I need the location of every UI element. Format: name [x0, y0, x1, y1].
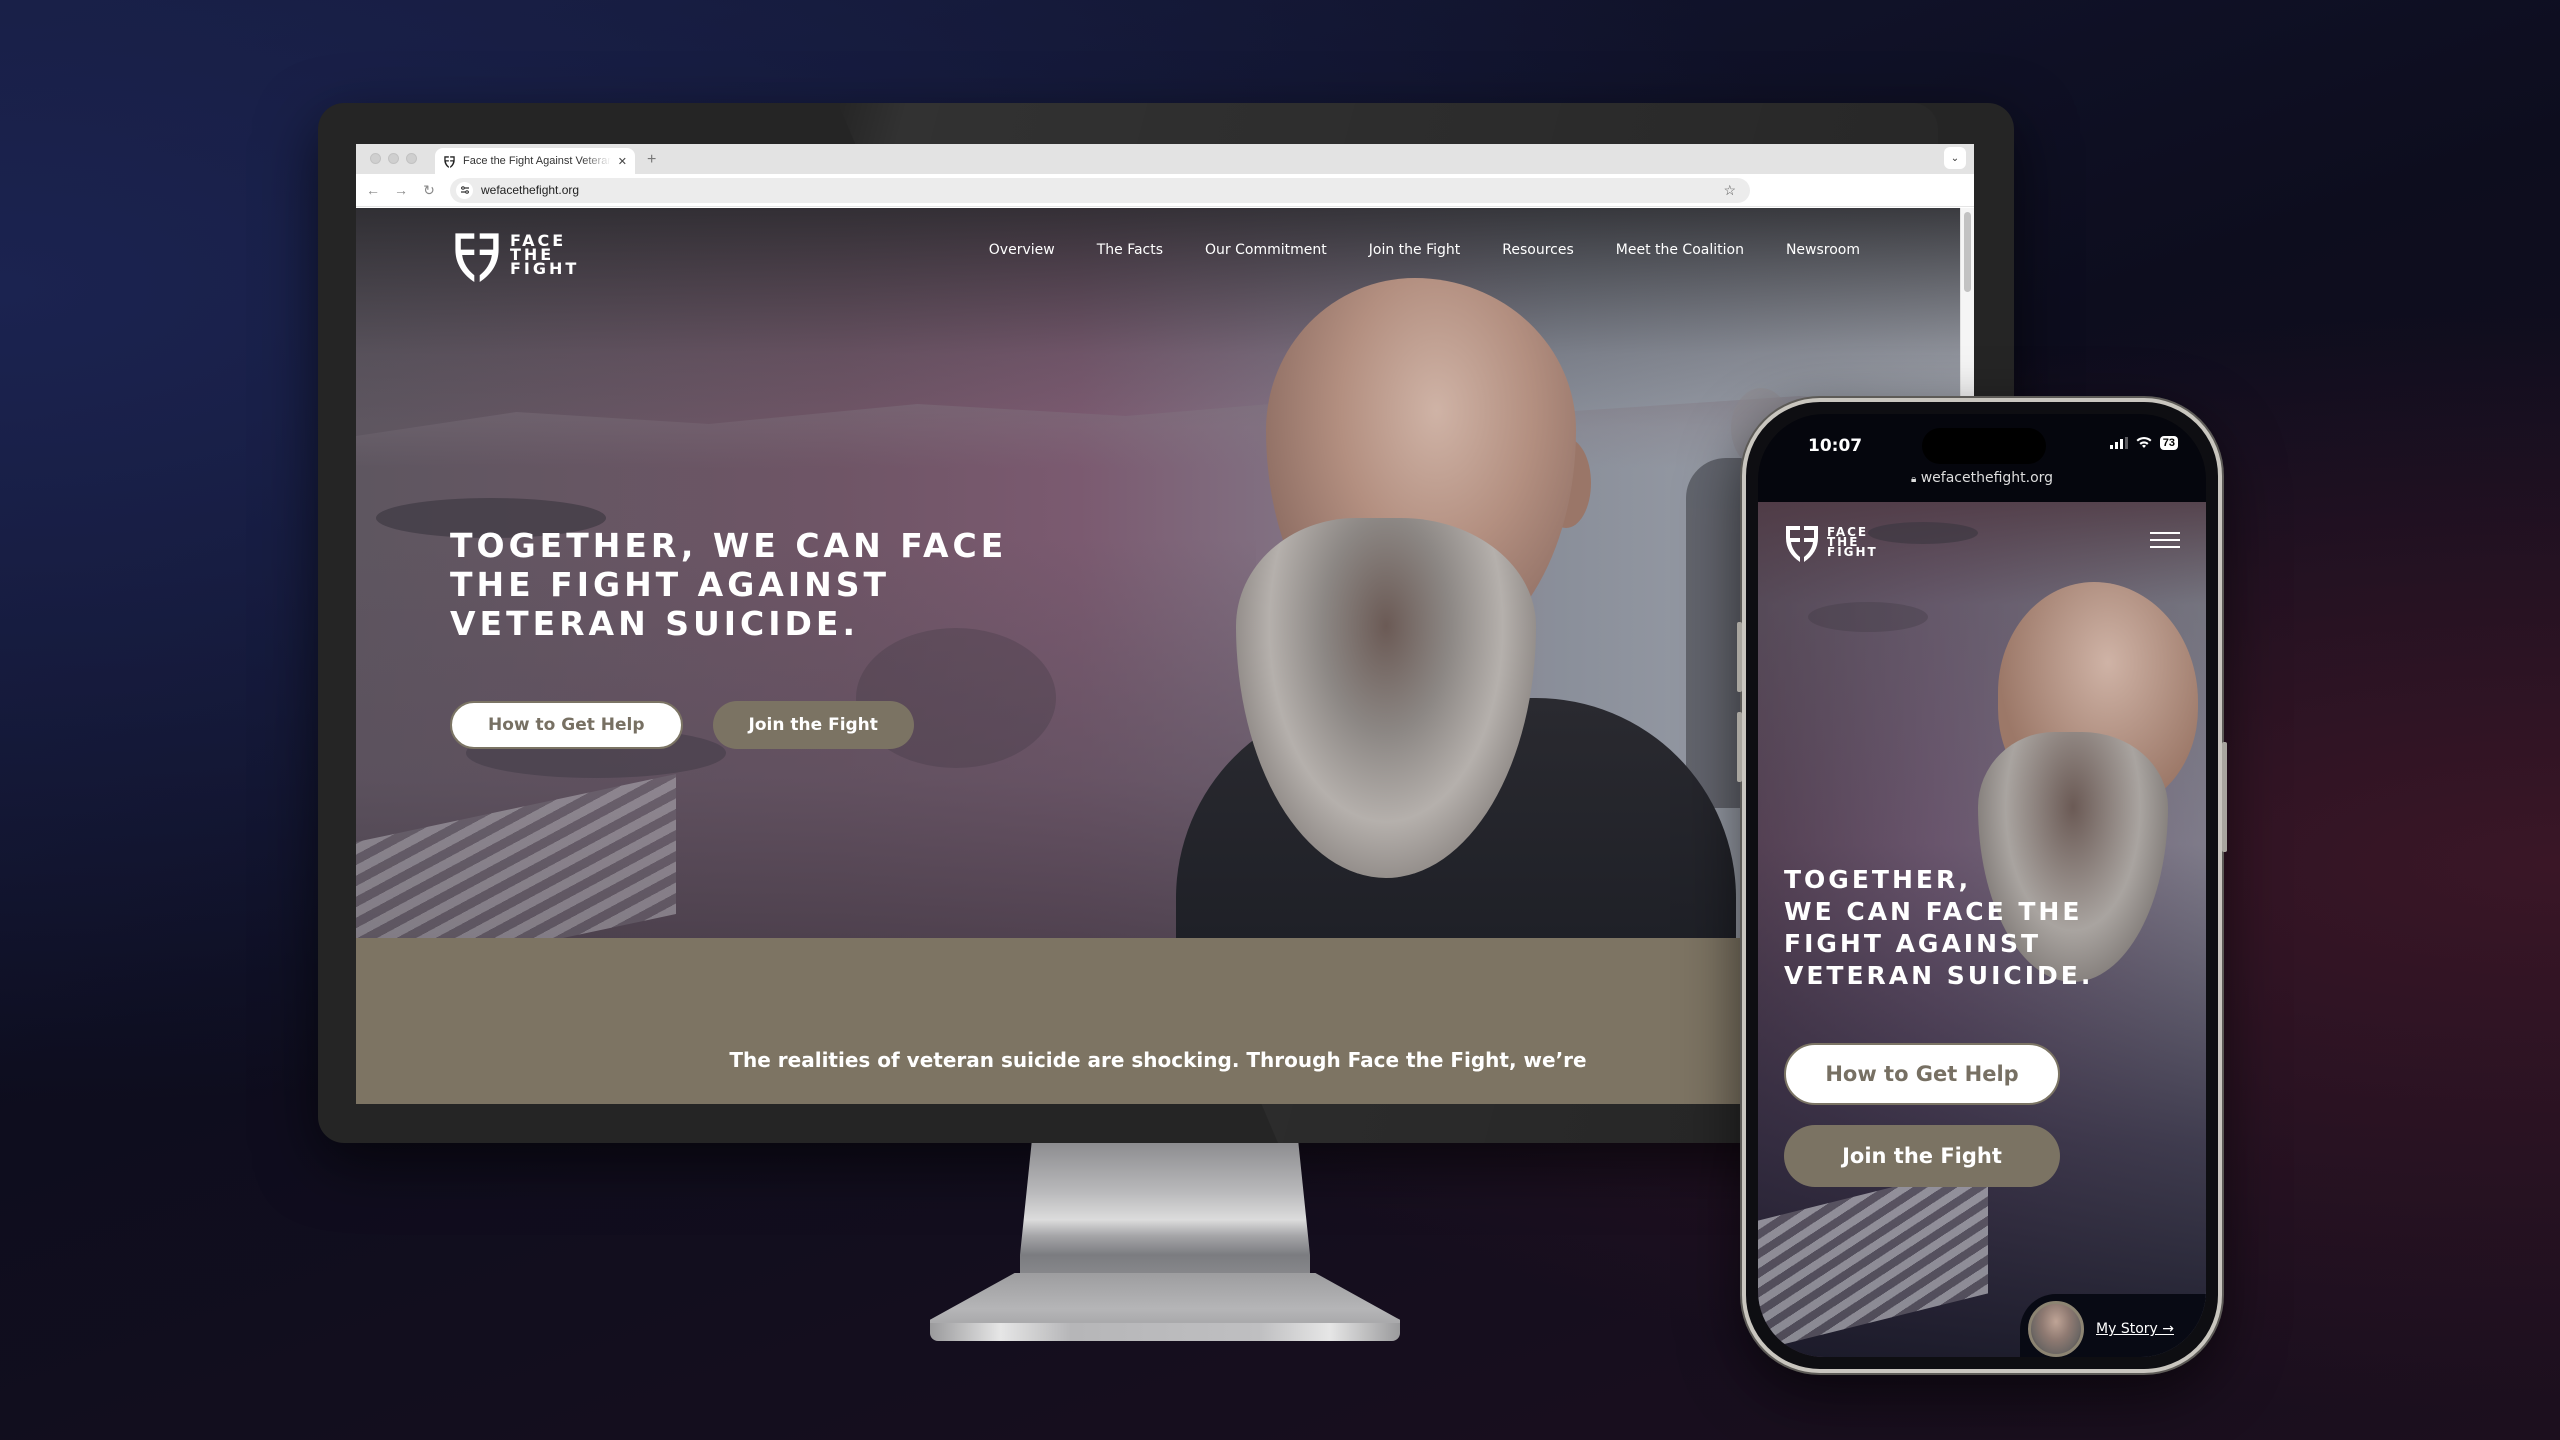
how-to-get-help-button[interactable]: How to Get Help — [450, 701, 683, 749]
intro-band: The realities of veteran suicide are sho… — [356, 938, 1960, 1104]
nav-join-the-fight[interactable]: Join the Fight — [1369, 242, 1461, 258]
aircraft-silhouette — [1868, 522, 1978, 544]
hero-headline: Together, we can face the fight against … — [450, 526, 1008, 643]
mobile-address-bar[interactable]: 🔒︎ wefacethefight.org — [1758, 470, 2206, 486]
mobile-site-logo[interactable]: FACE THE FIGHT — [1782, 522, 1878, 562]
nav-overview[interactable]: Overview — [989, 242, 1055, 258]
hamburger-menu-icon[interactable] — [2150, 532, 2180, 553]
nav-meet-the-coalition[interactable]: Meet the Coalition — [1616, 242, 1744, 258]
site-logo[interactable]: FACE THE FIGHT — [450, 228, 579, 282]
nav-resources[interactable]: Resources — [1502, 242, 1574, 258]
veteran-avatar — [2028, 1301, 2084, 1357]
url-text[interactable]: wefacethefight.org — [481, 183, 1715, 197]
lock-icon: 🔒︎ — [1910, 474, 1917, 485]
shield-logo-icon — [1786, 526, 1818, 562]
logo-line: FIGHT — [510, 259, 580, 278]
shield-logo-icon — [455, 233, 499, 282]
nav-newsroom[interactable]: Newsroom — [1786, 242, 1860, 258]
headline-line: fight against — [1784, 929, 2042, 958]
scrollbar-thumb[interactable] — [1964, 212, 1971, 292]
battery-indicator: 73 — [2159, 436, 2178, 450]
logo-wordmark: FACE THE FIGHT — [1827, 526, 1878, 559]
logo-wordmark: FACE THE FIGHT — [510, 233, 580, 278]
new-tab-button[interactable]: + — [647, 151, 656, 169]
dynamic-island — [1922, 428, 2046, 464]
headline-line: Together, — [1784, 865, 1972, 894]
headline-line: veteran suicide. — [1784, 961, 2094, 990]
nav-the-facts[interactable]: The Facts — [1097, 242, 1163, 258]
webpage-viewport: FACE THE FIGHT Overview The Facts Our Co… — [356, 208, 1974, 1104]
close-tab-icon[interactable]: ✕ — [618, 155, 627, 168]
mobile-join-the-fight-button[interactable]: Join the Fight — [1784, 1125, 2060, 1187]
status-time: 10:07 — [1808, 436, 1863, 456]
tab-title: Face the Fight Against Veteran Suicide — [463, 155, 611, 167]
hero-actions: How to Get Help Join the Fight — [450, 701, 914, 749]
phone-side-button — [1737, 712, 1742, 782]
status-bar: 10:07 73 — [1758, 414, 2206, 464]
mobile-phone: 10:07 73 🔒︎ wefacethefight.org FACE THE … — [1737, 398, 2227, 1373]
mobile-how-to-get-help-button[interactable]: How to Get Help — [1784, 1043, 2060, 1105]
wifi-icon — [2136, 437, 2152, 448]
site-settings-icon[interactable] — [456, 181, 473, 199]
hero-section: FACE THE FIGHT Overview The Facts Our Co… — [356, 208, 1960, 938]
tab-strip: Face the Fight Against Veteran Suicide ✕… — [356, 144, 1974, 174]
mobile-url-text: wefacethefight.org — [1920, 470, 2054, 486]
stand-foot — [930, 1323, 1400, 1341]
monitor-stand — [930, 1143, 1400, 1358]
browser-window: Face the Fight Against Veteran Suicide ✕… — [356, 144, 1974, 1104]
my-story-link[interactable]: My Story → — [2096, 1321, 2174, 1337]
phone-power-button — [2222, 742, 2227, 852]
logo-line: FIGHT — [1827, 545, 1878, 559]
mobile-webpage: FACE THE FIGHT Together, we can face the… — [1758, 502, 2206, 1357]
my-story-widget[interactable]: My Story → — [2020, 1294, 2206, 1357]
flag-patch-image — [1758, 1163, 1988, 1351]
address-bar[interactable]: wefacethefight.org ☆ — [450, 177, 1750, 203]
sliders-icon — [460, 186, 469, 194]
shield-logo-icon — [444, 155, 455, 168]
mobile-hero-headline: Together, we can face the fight against … — [1784, 864, 2184, 992]
join-the-fight-button[interactable]: Join the Fight — [712, 701, 914, 749]
maximize-window-button[interactable] — [406, 153, 417, 164]
back-arrow-icon[interactable]: ← — [366, 182, 380, 198]
close-window-button[interactable] — [370, 153, 381, 164]
nav-our-commitment[interactable]: Our Commitment — [1205, 242, 1327, 258]
browser-tab-active[interactable]: Face the Fight Against Veteran Suicide ✕ — [435, 148, 635, 174]
forward-arrow-icon[interactable]: → — [394, 182, 408, 198]
intro-text: The realities of veteran suicide are sho… — [729, 1048, 1587, 1072]
browser-toolbar: ← → ↻ wefacethefight.org ☆ — [356, 174, 1974, 207]
bookmark-star-icon[interactable]: ☆ — [1723, 182, 1736, 199]
phone-side-button — [1737, 622, 1742, 692]
phone-screen: 10:07 73 🔒︎ wefacethefight.org FACE THE … — [1758, 414, 2206, 1357]
status-icons: 73 — [2109, 436, 2178, 450]
minimize-window-button[interactable] — [388, 153, 399, 164]
headline-line: we can face the — [1784, 897, 2083, 926]
cell-signal-icon — [2109, 437, 2128, 449]
main-navigation: Overview The Facts Our Commitment Join t… — [989, 242, 1860, 258]
window-controls — [356, 153, 417, 174]
aircraft-silhouette — [1808, 602, 1928, 632]
veteran-portrait — [1176, 278, 1736, 938]
reload-icon[interactable]: ↻ — [422, 182, 436, 199]
tab-search-chevron-icon[interactable]: ⌄ — [1944, 147, 1966, 169]
